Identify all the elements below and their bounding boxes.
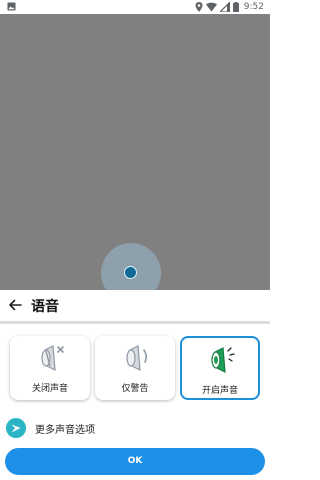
signal-icon <box>219 2 230 12</box>
image-icon <box>7 2 16 11</box>
sheet-header: 语音 <box>0 290 270 320</box>
voice-settings-sheet: 语音 关闭声音 仅警告 开启声音 更多声音选项 OK <box>0 290 270 480</box>
current-location-dot[interactable] <box>124 266 137 279</box>
arrow-left-icon[interactable] <box>8 298 22 312</box>
map-view[interactable] <box>0 14 270 303</box>
option-alerts-only[interactable]: 仅警告 <box>95 336 175 400</box>
speaker-alert-icon <box>126 345 148 372</box>
option-sound-on[interactable]: 开启声音 <box>180 336 260 400</box>
navigation-sound-icon <box>6 418 26 438</box>
battery-icon <box>232 2 239 12</box>
divider <box>0 321 270 324</box>
option-label: 关闭声音 <box>31 384 68 394</box>
option-label: 仅警告 <box>121 384 149 394</box>
speaker-muted-icon <box>41 345 64 372</box>
page-title: 语音 <box>31 299 59 315</box>
status-time: 9:52 <box>243 2 264 12</box>
more-sound-options[interactable]: 更多声音选项 <box>6 417 95 439</box>
option-label: 开启声音 <box>201 386 238 396</box>
speaker-on-icon <box>211 347 235 374</box>
ok-button[interactable]: OK <box>5 448 265 475</box>
more-options-label: 更多声音选项 <box>35 424 95 436</box>
sound-options: 关闭声音 仅警告 开启声音 <box>0 336 270 402</box>
option-sound-off[interactable]: 关闭声音 <box>10 336 90 400</box>
status-bar: 9:52 <box>0 0 270 14</box>
location-icon <box>195 2 203 12</box>
wifi-icon <box>205 2 217 12</box>
